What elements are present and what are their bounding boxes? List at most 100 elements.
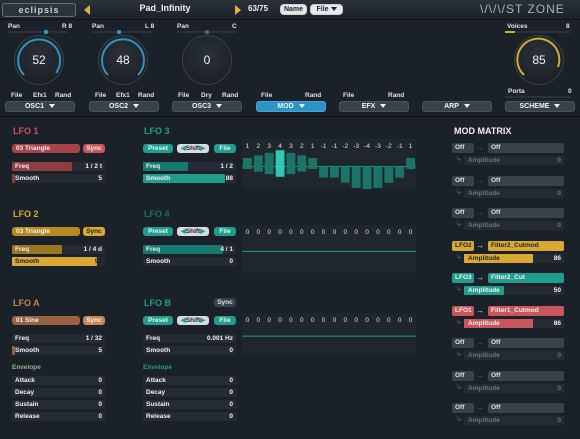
mod-source-select[interactable]: Off [452, 175, 474, 186]
lfo1-freq-slider[interactable]: Freq 1 / 2 t [12, 162, 105, 171]
mod-destination-select[interactable]: Off [488, 208, 564, 218]
lfoa-freq-slider[interactable]: Freq 1 / 32 [12, 334, 105, 343]
mod-source-select[interactable]: LFO2 [452, 240, 474, 251]
lfo3-shift-button[interactable]: ◀Shift▶ [177, 144, 209, 153]
lfo3-step-bar[interactable] [395, 166, 405, 178]
mod-amplitude-slider[interactable]: Amplitude 50 [464, 286, 564, 295]
name-button[interactable]: Name [280, 4, 307, 15]
lfo4-step-graph[interactable]: 0000000000000000 [242, 225, 416, 273]
mod-destination-select[interactable]: Filter2_Cutmod [488, 240, 564, 251]
mod-destination-select[interactable]: Off [488, 403, 564, 413]
mod-destination-select[interactable]: Filter1_Cutmod [488, 305, 564, 316]
lfob-preset-button[interactable]: Preset [143, 316, 173, 325]
lfo3-smooth-slider[interactable]: Smooth 88 [143, 174, 236, 183]
osc1-rand-label[interactable]: Rand [55, 92, 71, 99]
mod-amplitude-slider[interactable]: Amplitude 0 [464, 156, 564, 165]
lfo3-step-bar[interactable] [297, 155, 307, 172]
osc2-select[interactable]: OSC2 [89, 101, 159, 112]
lfob-decay-slider[interactable]: Decay 0 [143, 388, 236, 397]
lfo2-freq-slider[interactable]: Freq 1 / 4 d [12, 245, 105, 254]
lfo2-wave-select[interactable]: 03 Triangle [12, 227, 80, 236]
lfo4-freq-slider[interactable]: Freq 4 / 1 [143, 245, 236, 254]
osc3-file-label[interactable]: File [178, 92, 189, 99]
mod-destination-select[interactable]: Off [488, 175, 564, 186]
lfo3-step-bar[interactable] [362, 166, 372, 193]
tab-arp[interactable]: ARP [422, 101, 492, 112]
mod-source-select[interactable]: LFO1 [452, 305, 474, 316]
lfo3-step-bar[interactable] [406, 157, 415, 170]
lfo1-smooth-slider[interactable]: Smooth 5 [12, 174, 105, 183]
osc1-pan-slider[interactable] [8, 30, 68, 34]
lfo4-shift-button[interactable]: ◀Shift▶ [177, 227, 209, 236]
lfo3-step-bar[interactable] [340, 166, 350, 183]
lfoa-wave-select[interactable]: 01 Sine [12, 316, 80, 325]
osc2-file-label[interactable]: File [95, 92, 106, 99]
lfo3-step-bar[interactable] [286, 152, 296, 175]
mod-source-select[interactable]: Off [452, 403, 474, 413]
lfo3-step-bar[interactable] [243, 157, 252, 170]
lfo4-file-button[interactable]: File [214, 227, 236, 236]
efx-rand-label[interactable]: Rand [388, 92, 404, 99]
mod-amplitude-slider[interactable]: Amplitude 0 [464, 416, 564, 425]
lfo3-step-bar[interactable] [351, 166, 361, 188]
mod-destination-select[interactable]: Filter2_Cut [488, 273, 564, 283]
lfoa-sync-button[interactable]: Sync [83, 316, 105, 325]
mod-file-label[interactable]: File [261, 92, 272, 99]
lfo4-smooth-slider[interactable]: Smooth 0 [143, 257, 236, 266]
prev-preset-arrow-icon[interactable] [84, 5, 90, 15]
lfob-step-sequencer[interactable]: 0000000000000000 [242, 313, 416, 355]
tab-scheme[interactable]: SCHEME [505, 101, 575, 112]
lfo3-step-bar[interactable] [384, 166, 394, 183]
lfo2-smooth-slider[interactable]: Smooth 91 [12, 257, 105, 266]
mod-destination-select[interactable]: Off [488, 338, 564, 348]
mod-source-select[interactable]: Off [452, 370, 474, 381]
lfob-shift-button[interactable]: ◀Shift▶ [177, 316, 209, 325]
mod-amplitude-slider[interactable]: Amplitude 86 [464, 318, 564, 328]
lfo3-step-bar[interactable] [373, 166, 383, 188]
lfo3-file-button[interactable]: File [214, 144, 236, 153]
tab-efx[interactable]: EFX [339, 101, 409, 112]
lfob-smooth-slider[interactable]: Smooth 0 [143, 346, 236, 355]
osc3-pan-slider[interactable] [177, 30, 237, 34]
voices-slider[interactable] [505, 31, 571, 33]
lfo1-sync-button[interactable]: Sync [83, 144, 105, 153]
preset-name[interactable]: Pad_Infinity [100, 3, 230, 13]
mod-destination-select[interactable]: Off [488, 370, 564, 381]
lfob-attack-slider[interactable]: Attack 0 [143, 376, 236, 385]
mod-source-select[interactable]: Off [452, 143, 474, 153]
osc2-efx-label[interactable]: Efx1 [116, 92, 130, 99]
mod-amplitude-slider[interactable]: Amplitude 86 [464, 253, 564, 263]
lfoa-sustain-slider[interactable]: Sustain 0 [12, 400, 105, 409]
lfo2-sync-button[interactable]: Sync [83, 227, 105, 236]
lfob-file-button[interactable]: File [214, 316, 236, 325]
tab-mod[interactable]: MOD [256, 101, 326, 112]
lfo3-step-bar[interactable] [264, 152, 274, 175]
porta-slider[interactable] [505, 96, 571, 98]
osc2-rand-label[interactable]: Rand [138, 92, 154, 99]
osc3-rand-label[interactable]: Rand [222, 92, 238, 99]
lfo3-step-bar[interactable] [253, 155, 263, 172]
lfoa-attack-slider[interactable]: Attack 0 [12, 376, 105, 385]
mod-destination-select[interactable]: Off [488, 143, 564, 153]
mod-amplitude-slider[interactable]: Amplitude 0 [464, 383, 564, 393]
mod-source-select[interactable]: LFO3 [452, 273, 474, 283]
efx-file-label[interactable]: File [343, 92, 354, 99]
mod-amplitude-slider[interactable]: Amplitude 0 [464, 188, 564, 198]
lfo3-preset-button[interactable]: Preset [143, 144, 173, 153]
lfo3-step-bar[interactable] [319, 166, 328, 178]
lfob-freq-slider[interactable]: Freq 0.001 Hz [143, 334, 236, 343]
lfob-step-graph[interactable]: 0000000000000000 [242, 313, 416, 355]
lfob-sustain-slider[interactable]: Sustain 0 [143, 400, 236, 409]
lfob-release-slider[interactable]: Release 0 [143, 412, 236, 421]
lfoa-smooth-slider[interactable]: Smooth 5 [12, 346, 105, 355]
file-dropdown[interactable]: File [310, 4, 343, 15]
mod-amplitude-slider[interactable]: Amplitude 0 [464, 221, 564, 230]
mod-rand-label[interactable]: Rand [305, 92, 321, 99]
mod-source-select[interactable]: Off [452, 208, 474, 218]
next-preset-arrow-icon[interactable] [235, 5, 241, 15]
lfoa-decay-slider[interactable]: Decay 0 [12, 388, 105, 397]
lfoa-release-slider[interactable]: Release 0 [12, 412, 105, 421]
lfo3-freq-slider[interactable]: Freq 1 / 2 [143, 162, 236, 171]
osc1-file-label[interactable]: File [11, 92, 22, 99]
osc2-pan-slider[interactable] [92, 30, 152, 34]
